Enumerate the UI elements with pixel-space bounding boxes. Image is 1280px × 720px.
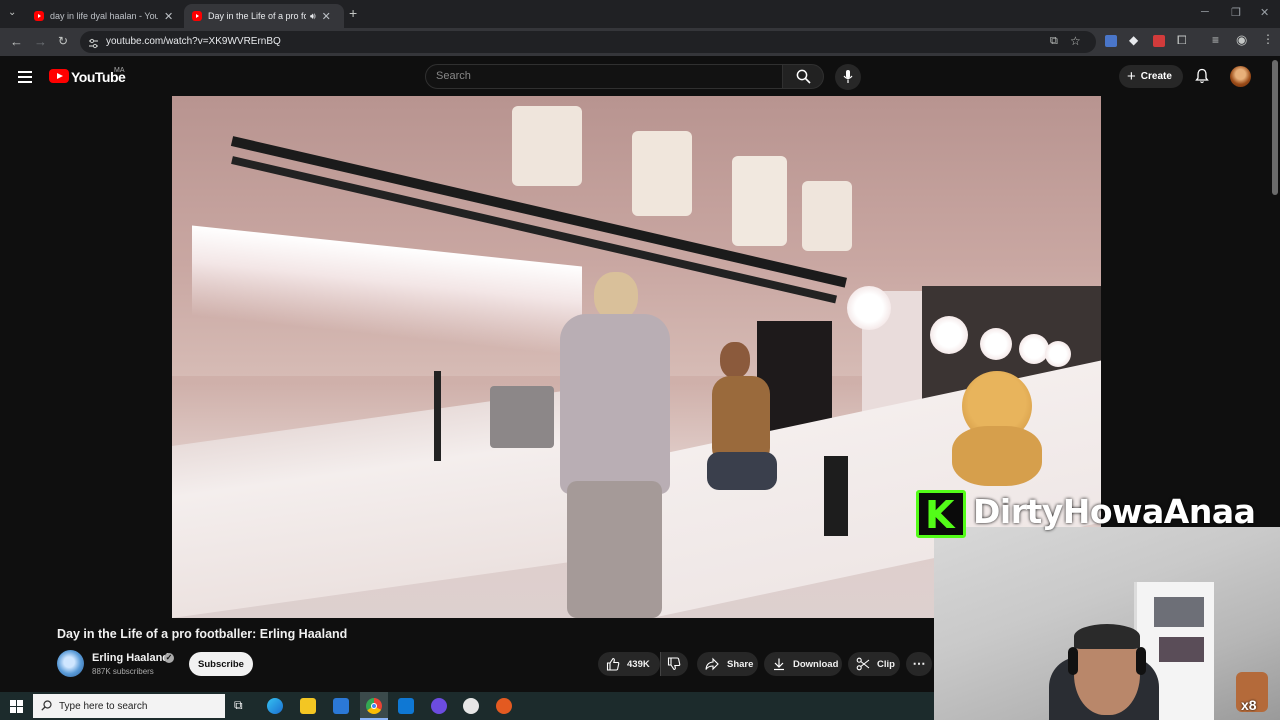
- youtube-logo-icon[interactable]: [49, 69, 69, 83]
- chrome-taskbar-button[interactable]: [360, 692, 388, 720]
- media-queue-icon[interactable]: ≡: [1212, 33, 1219, 47]
- channel-name[interactable]: Erling Haaland: [92, 652, 169, 664]
- dislike-button[interactable]: [660, 652, 688, 676]
- browser-tab-strip: ⌄ day in life dyal haalan - YouTube ✕ Da…: [0, 0, 1280, 28]
- tab-day-in-life[interactable]: day in life dyal haalan - YouTube ✕: [26, 4, 182, 28]
- like-count: 439K: [627, 658, 650, 670]
- new-tab-button[interactable]: +: [349, 5, 357, 21]
- clip-label: Clip: [877, 658, 895, 670]
- share-arrow-icon: [705, 657, 719, 671]
- search-button[interactable]: [782, 64, 824, 89]
- speaker-icon[interactable]: 🔊︎: [310, 11, 316, 22]
- microphone-icon: [843, 70, 853, 83]
- address-bar[interactable]: youtube.com/watch?v=XK9WVRErnBQ ⧉ ☆: [80, 31, 1096, 53]
- minimize-button[interactable]: ─: [1201, 6, 1209, 18]
- thumbs-down-icon: [667, 657, 681, 671]
- edge-icon[interactable]: [267, 698, 283, 714]
- download-button[interactable]: Download: [764, 652, 842, 676]
- create-label: Create: [1140, 71, 1172, 82]
- obs-icon[interactable]: [463, 698, 479, 714]
- forward-icon[interactable]: →: [34, 34, 47, 49]
- store-icon[interactable]: [333, 698, 349, 714]
- create-button[interactable]: + Create: [1119, 65, 1183, 88]
- download-label: Download: [793, 658, 839, 670]
- close-tab-icon[interactable]: ✕: [164, 10, 173, 23]
- plus-icon: +: [1127, 68, 1136, 85]
- browser-toolbar: ← → ↻ youtube.com/watch?v=XK9WVRErnBQ ⧉ …: [0, 28, 1280, 56]
- tab-haaland-video[interactable]: Day in the Life of a pro footballer: Erl…: [184, 4, 344, 28]
- subscriber-count: 887K subscribers: [92, 667, 154, 676]
- notifications-bell-icon[interactable]: [1195, 68, 1209, 84]
- bookmark-star-icon[interactable]: ☆: [1070, 34, 1081, 48]
- share-button[interactable]: Share: [697, 652, 758, 676]
- reload-icon[interactable]: ↻: [58, 34, 68, 48]
- more-actions-button[interactable]: ⋯: [906, 652, 932, 676]
- clip-button[interactable]: Clip: [848, 652, 900, 676]
- close-tab-icon[interactable]: ✕: [322, 10, 331, 23]
- extension-red-icon[interactable]: [1153, 35, 1165, 47]
- site-info-icon[interactable]: [88, 36, 99, 49]
- verified-check-icon: ✓: [164, 653, 174, 663]
- search-box[interactable]: [425, 64, 783, 89]
- back-icon[interactable]: ←: [10, 34, 23, 49]
- download-icon: [774, 658, 784, 671]
- maximize-button[interactable]: ❐: [1231, 6, 1241, 19]
- streamer-banner: K DirtyHowaAnaa: [916, 488, 1280, 540]
- tab-title: day in life dyal haalan - YouTube: [50, 11, 158, 21]
- guide-menu-icon[interactable]: [18, 68, 32, 86]
- more-dots-icon: ⋯: [912, 656, 926, 671]
- search-input[interactable]: [436, 70, 766, 82]
- taskbar-search-icon: [41, 700, 52, 711]
- video-title: Day in the Life of a pro footballer: Erl…: [57, 627, 348, 641]
- outlook-icon[interactable]: [398, 698, 414, 714]
- voice-search-button[interactable]: [835, 64, 861, 90]
- windows-start-icon[interactable]: [10, 700, 23, 713]
- taskbar-search-box[interactable]: Type here to search: [33, 694, 225, 718]
- url-text: youtube.com/watch?v=XK9WVRErnBQ: [106, 36, 281, 47]
- browser-menu-icon[interactable]: ⋮: [1262, 32, 1274, 46]
- task-view-icon[interactable]: ⧉: [234, 698, 243, 713]
- close-window-button[interactable]: ✕: [1260, 6, 1269, 19]
- share-label: Share: [727, 658, 754, 670]
- profile-icon[interactable]: ◉: [1236, 32, 1247, 48]
- youtube-favicon-icon: [34, 11, 44, 21]
- tab-search-chevron-icon[interactable]: ⌄: [8, 7, 16, 18]
- page-scrollbar[interactable]: [1272, 60, 1278, 195]
- account-avatar[interactable]: [1230, 66, 1251, 87]
- translate-extension-icon[interactable]: [1105, 35, 1117, 47]
- search-icon: [796, 69, 811, 84]
- streamer-name: DirtyHowaAnaa: [973, 492, 1256, 531]
- file-explorer-icon[interactable]: [300, 698, 316, 714]
- extension-diamond-icon[interactable]: ◆: [1129, 33, 1138, 47]
- tab-title: Day in the Life of a pro footballer: Erl…: [208, 11, 306, 21]
- emote-multiplier: x8: [1241, 697, 1257, 713]
- taskbar-search-placeholder: Type here to search: [59, 701, 148, 712]
- like-button[interactable]: 439K: [598, 652, 660, 676]
- app-purple-icon[interactable]: [431, 698, 447, 714]
- youtube-favicon-icon: [192, 11, 202, 21]
- subscribe-button[interactable]: Subscribe: [189, 652, 253, 676]
- extensions-puzzle-icon[interactable]: ⧠: [1177, 33, 1187, 48]
- chrome-icon-center: [371, 703, 377, 709]
- thumbs-up-icon: [606, 657, 620, 671]
- webcam-overlay: x8: [934, 527, 1280, 720]
- app-orange-icon[interactable]: [496, 698, 512, 714]
- scissors-icon: [856, 657, 870, 671]
- channel-avatar[interactable]: [57, 650, 84, 677]
- kick-logo-icon: K: [916, 490, 966, 538]
- install-app-icon[interactable]: ⧉: [1050, 35, 1058, 48]
- youtube-masthead: YouTube MA + Create: [0, 56, 1280, 96]
- country-code: MA: [114, 67, 125, 74]
- windows-taskbar: Type here to search ⧉: [0, 692, 934, 720]
